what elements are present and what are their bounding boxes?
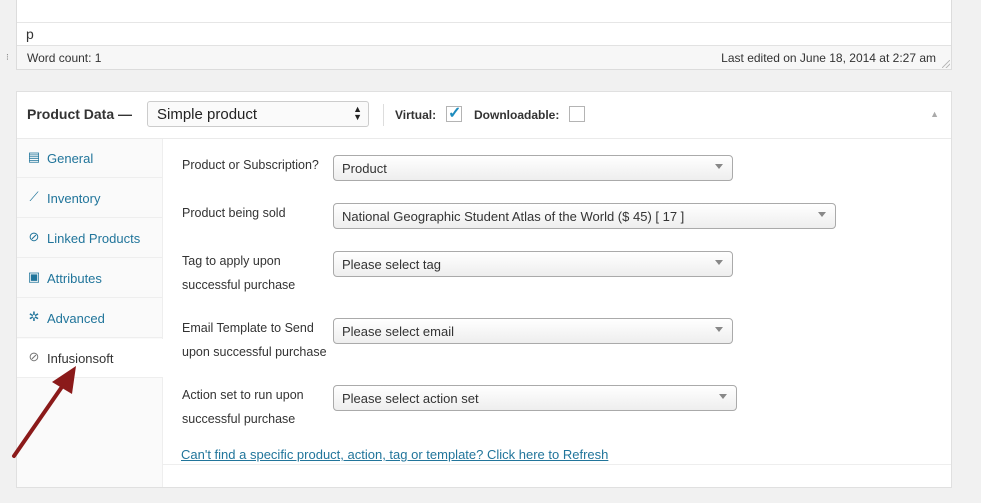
annotation-arrow-icon — [12, 366, 76, 458]
